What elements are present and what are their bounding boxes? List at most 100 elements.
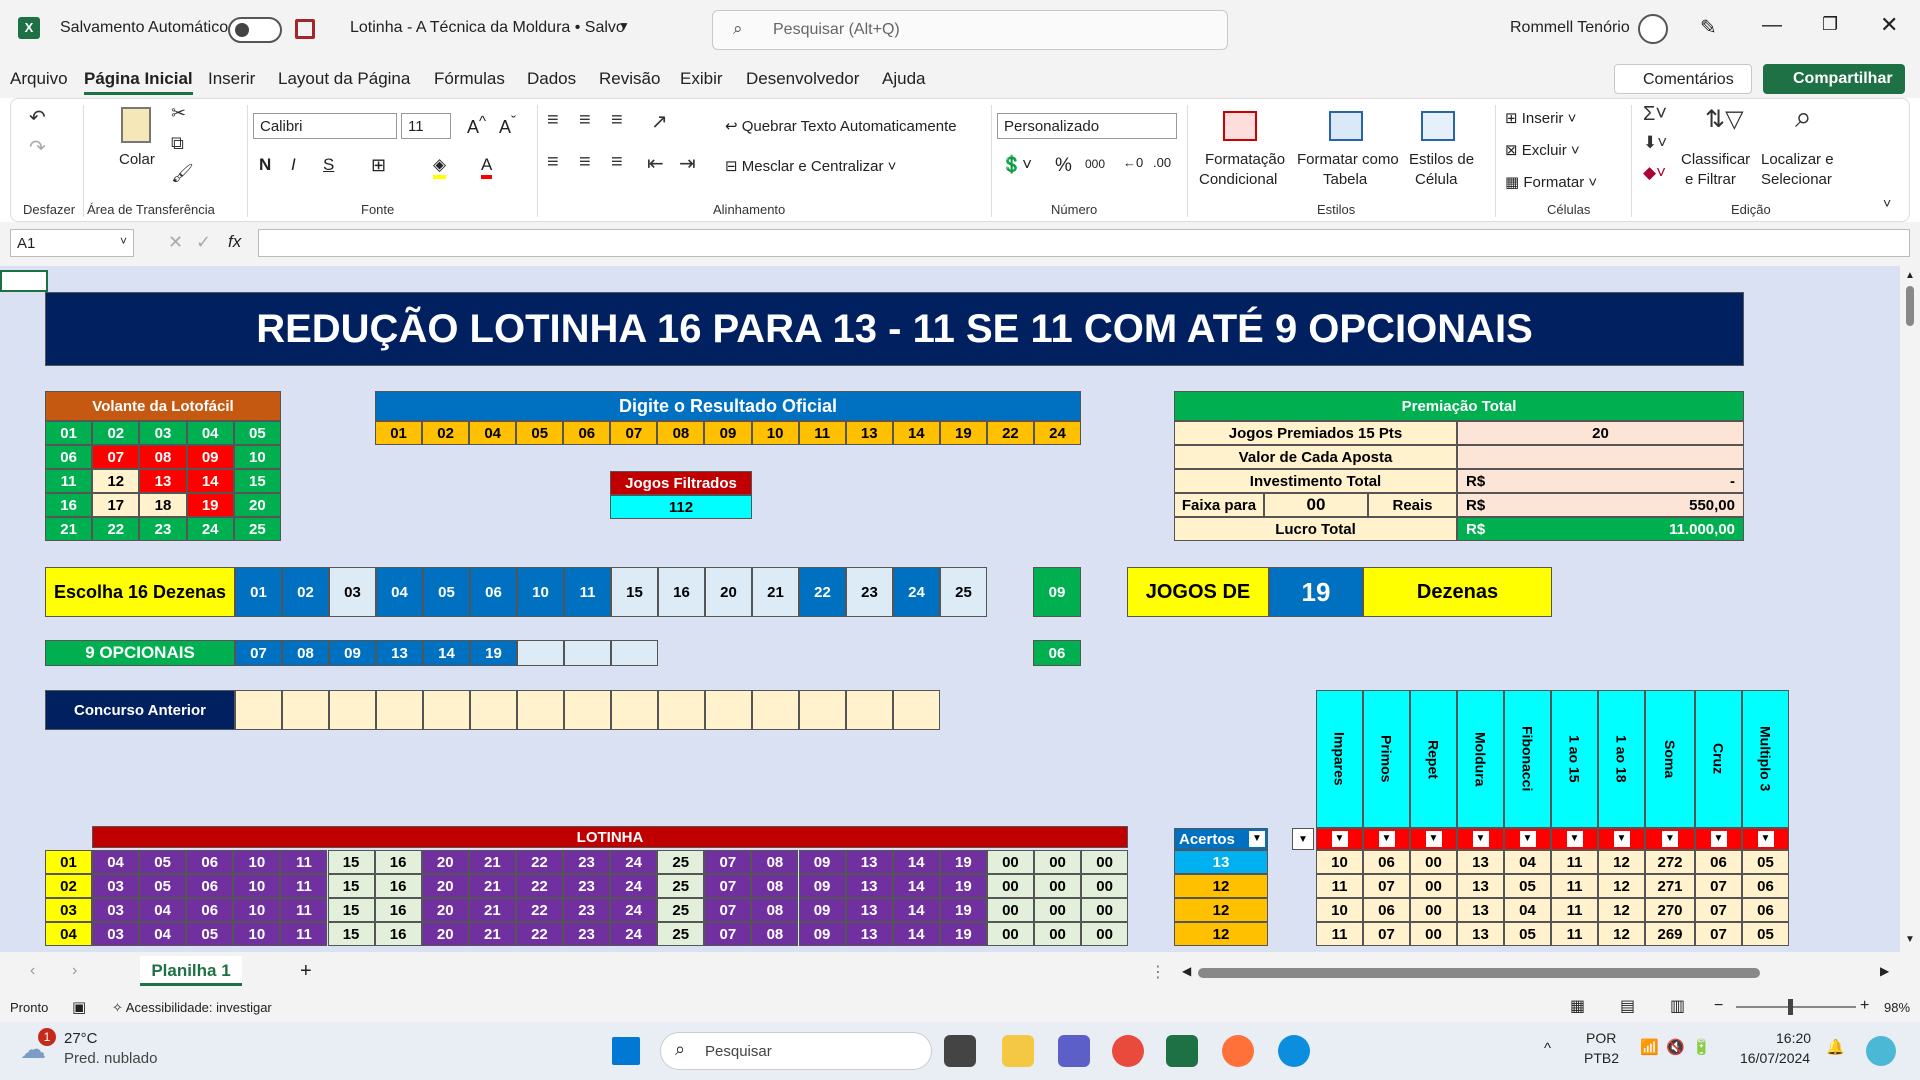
stat-header[interactable]: Primos bbox=[1363, 690, 1410, 828]
menu-inserir[interactable]: Inserir bbox=[208, 69, 255, 89]
sort-filter-icon[interactable]: ⇅▽ bbox=[1705, 105, 1744, 134]
stat-cell[interactable]: 272 bbox=[1645, 850, 1695, 874]
stat-cell[interactable]: 07 bbox=[1695, 898, 1742, 922]
lotinha-cell[interactable]: 24 bbox=[610, 850, 658, 874]
lotinha-cell[interactable]: 19 bbox=[939, 922, 987, 946]
stat-filter[interactable]: ▼ bbox=[1551, 828, 1598, 850]
edge-icon[interactable] bbox=[1278, 1035, 1310, 1067]
main-title[interactable]: REDUÇÃO LOTINHA 16 PARA 13 - 11 SE 11 CO… bbox=[45, 292, 1744, 366]
escolha-cell[interactable]: 06 bbox=[470, 567, 517, 617]
align-right-icon[interactable]: ≡ bbox=[611, 151, 623, 174]
volante-cell[interactable]: 15 bbox=[233, 469, 281, 493]
opcional-cell[interactable]: 19 bbox=[470, 640, 517, 666]
stat-cell[interactable]: 07 bbox=[1695, 922, 1742, 946]
stat-cell[interactable]: 11 bbox=[1316, 874, 1363, 898]
stat-cell[interactable]: 06 bbox=[1363, 850, 1410, 874]
escolha-cell[interactable]: 02 bbox=[282, 567, 329, 617]
tray-chevron-icon[interactable]: ^ bbox=[1544, 1040, 1551, 1057]
macro-icon[interactable]: ▣ bbox=[72, 998, 86, 1016]
cell-styles-icon[interactable] bbox=[1421, 111, 1455, 141]
lotinha-cell[interactable]: 00 bbox=[1034, 922, 1082, 946]
horizontal-scrollbar-thumb[interactable] bbox=[1198, 968, 1760, 978]
stat-cell[interactable]: 04 bbox=[1504, 898, 1551, 922]
lotinha-cell[interactable]: 14 bbox=[892, 922, 940, 946]
grow-font-icon[interactable]: A^ bbox=[467, 113, 486, 138]
font-name-select[interactable]: Calibri bbox=[253, 113, 397, 139]
stat-cell[interactable]: 13 bbox=[1457, 898, 1504, 922]
volante-cell[interactable]: 21 bbox=[45, 517, 93, 541]
filter-dropdown-icon[interactable]: ▼ bbox=[1378, 831, 1395, 847]
decrease-indent-icon[interactable]: ⇤ bbox=[647, 151, 664, 176]
shrink-font-icon[interactable]: Aˇ bbox=[499, 113, 516, 138]
volante-cell[interactable]: 22 bbox=[92, 517, 140, 541]
resultado-title[interactable]: Digite o Resultado Oficial bbox=[375, 391, 1081, 421]
language-1[interactable]: POR bbox=[1586, 1030, 1616, 1046]
lotinha-cell[interactable]: 20 bbox=[421, 898, 469, 922]
lotinha-cell[interactable]: 11 bbox=[280, 850, 328, 874]
opcionais-side[interactable]: 06 bbox=[1033, 640, 1081, 666]
menu-revisao[interactable]: Revisão bbox=[599, 69, 660, 89]
lucro-value[interactable]: R$ 11.000,00 bbox=[1457, 517, 1744, 541]
stat-filter[interactable]: ▼ bbox=[1742, 828, 1789, 850]
lotinha-cell[interactable]: 09 bbox=[798, 922, 846, 946]
search-box[interactable]: ⌕ Pesquisar (Alt+Q) bbox=[712, 10, 1228, 50]
lotinha-cell[interactable]: 24 bbox=[610, 922, 658, 946]
lotinha-cell[interactable]: 00 bbox=[1034, 850, 1082, 874]
volante-cell[interactable]: 08 bbox=[139, 445, 187, 469]
wifi-icon[interactable]: 📶 bbox=[1640, 1038, 1659, 1056]
row-id[interactable]: 03 bbox=[45, 898, 92, 922]
lotinha-cell[interactable]: 13 bbox=[845, 898, 893, 922]
scroll-left-icon[interactable]: ◀ bbox=[1182, 964, 1191, 978]
concurso-cell[interactable] bbox=[329, 690, 376, 730]
decrease-decimal-icon[interactable]: .00 bbox=[1153, 155, 1171, 170]
opcional-cell[interactable] bbox=[517, 640, 564, 666]
volante-cell[interactable]: 07 bbox=[92, 445, 140, 469]
currency-icon[interactable]: 💲˅ bbox=[1001, 155, 1032, 175]
lotinha-cell[interactable]: 15 bbox=[327, 898, 375, 922]
acertos-cell[interactable]: 12 bbox=[1174, 898, 1268, 922]
menu-dados[interactable]: Dados bbox=[527, 69, 576, 89]
lucro-label[interactable]: Lucro Total bbox=[1174, 517, 1457, 541]
filter-dropdown-icon[interactable]: ▼ bbox=[1566, 831, 1583, 847]
sort-filter-label-1[interactable]: Classificar bbox=[1681, 151, 1750, 168]
lotinha-cell[interactable]: 19 bbox=[939, 850, 987, 874]
stat-cell[interactable]: 11 bbox=[1551, 922, 1598, 946]
volante-cell[interactable]: 05 bbox=[233, 421, 281, 445]
notifications-bell-icon[interactable]: 🔔 bbox=[1826, 1038, 1845, 1056]
stat-filter[interactable]: ▼ bbox=[1410, 828, 1457, 850]
lotinha-cell[interactable]: 21 bbox=[468, 850, 516, 874]
chrome-icon[interactable] bbox=[1112, 1035, 1144, 1067]
lotinha-cell[interactable]: 25 bbox=[657, 922, 705, 946]
volume-icon[interactable]: 🔇 bbox=[1666, 1038, 1685, 1056]
lotinha-cell[interactable]: 10 bbox=[233, 874, 281, 898]
lotinha-cell[interactable]: 13 bbox=[845, 922, 893, 946]
stat-header[interactable]: 1 ao 18 bbox=[1598, 690, 1645, 828]
increase-decimal-icon[interactable]: ←0 bbox=[1123, 155, 1143, 170]
task-view-icon[interactable] bbox=[944, 1035, 976, 1067]
thousands-icon[interactable]: 000 bbox=[1085, 157, 1105, 171]
format-table-label-1[interactable]: Formatar como bbox=[1297, 151, 1399, 168]
stat-cell[interactable]: 11 bbox=[1551, 850, 1598, 874]
italic-icon[interactable]: I bbox=[291, 155, 296, 175]
accessibility-status[interactable]: ✧ Acessibilidade: investigar bbox=[112, 1000, 272, 1016]
splitter-icon[interactable]: ⋮ bbox=[1150, 962, 1166, 982]
volante-cell[interactable]: 03 bbox=[139, 421, 187, 445]
lotinha-cell[interactable]: 20 bbox=[421, 874, 469, 898]
resultado-cell[interactable]: 01 bbox=[375, 421, 423, 445]
chevron-down-icon[interactable]: ▼ bbox=[618, 19, 630, 33]
underline-icon[interactable]: S bbox=[323, 155, 334, 175]
lotinha-cell[interactable]: 07 bbox=[704, 850, 752, 874]
start-icon[interactable] bbox=[612, 1037, 640, 1065]
stat-cell[interactable]: 00 bbox=[1410, 850, 1457, 874]
stat-cell[interactable]: 06 bbox=[1695, 850, 1742, 874]
format-painter-icon[interactable]: 🖌 bbox=[171, 163, 194, 184]
stat-header[interactable]: Impares bbox=[1316, 690, 1363, 828]
lotinha-cell[interactable]: 14 bbox=[892, 874, 940, 898]
lotinha-cell[interactable]: 07 bbox=[704, 922, 752, 946]
orientation-icon[interactable]: ↗ bbox=[651, 109, 668, 134]
jogos-filtrados-label[interactable]: Jogos Filtrados bbox=[610, 471, 752, 495]
escolha-cell[interactable]: 04 bbox=[376, 567, 423, 617]
stat-cell[interactable]: 13 bbox=[1457, 922, 1504, 946]
ribbon-collapse-icon[interactable]: ˅ bbox=[1883, 195, 1891, 211]
jogos-de-label[interactable]: JOGOS DE bbox=[1127, 567, 1269, 617]
